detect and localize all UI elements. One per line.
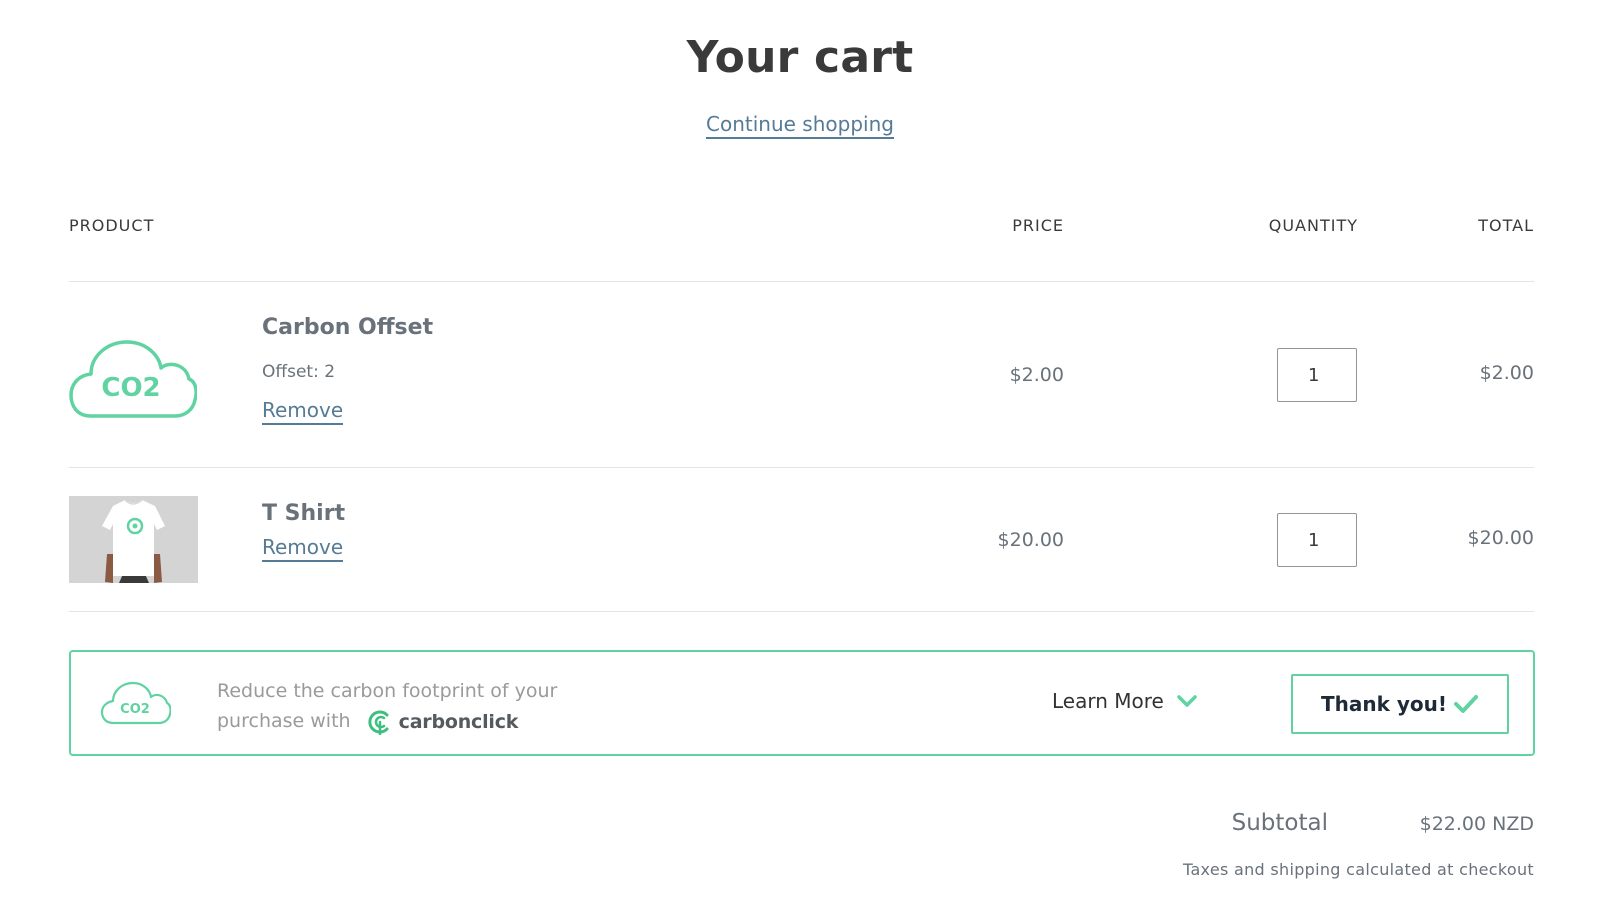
tax-shipping-note: Taxes and shipping calculated at checkou… [1183,860,1534,879]
checkmark-icon [1454,695,1478,713]
co2-cloud-icon: CO2 [100,676,172,730]
header-quantity: QUANTITY [1268,216,1358,235]
banner-text-line2: purchase with [217,710,351,732]
header-price: PRICE [1012,216,1064,235]
table-divider [69,281,1534,282]
product-name: Carbon Offset [262,315,434,340]
carbonclick-logo-icon [367,710,389,735]
carbon-offset-banner: CO2 Reduce the carbon footprint of your … [69,650,1535,756]
item-price: $2.00 [1009,364,1064,386]
table-divider [69,467,1534,468]
item-total: $20.00 [1467,527,1534,549]
product-option: Offset: 2 [262,362,336,382]
subtotal-label: Subtotal [1231,810,1328,836]
continue-shopping-link[interactable]: Continue shopping [706,112,894,139]
banner-text-line1: Reduce the carbon footprint of your [217,680,558,702]
item-total: $2.00 [1479,362,1534,384]
banner-text-line2-row: purchase with carbonclick [217,706,637,737]
banner-message: Reduce the carbon footprint of your purc… [217,676,637,737]
product-name: T Shirt [262,501,346,526]
table-divider [69,611,1534,612]
page-title: Your cart [686,32,914,83]
header-total: TOTAL [1478,216,1534,235]
item-price: $20.00 [997,529,1064,551]
co2-label: CO2 [120,702,150,717]
remove-link[interactable]: Remove [262,535,344,562]
co2-label: CO2 [101,373,160,403]
continue-shopping-row: Continue shopping [0,112,1600,139]
remove-link[interactable]: Remove [262,398,344,425]
chevron-down-icon [1177,695,1197,707]
thank-you-label: Thank you! [1320,692,1447,716]
header-product: PRODUCT [69,216,155,235]
co2-cloud-icon: CO2 [69,328,197,420]
thank-you-button[interactable]: Thank you! [1291,674,1509,734]
t-shirt-product-image [69,496,198,583]
quantity-input[interactable] [1277,513,1357,567]
carbonclick-brand-name: carbonclick [398,710,519,733]
learn-more-label: Learn More [1052,689,1164,713]
learn-more-toggle[interactable]: Learn More [1052,689,1198,713]
carbonclick-logo: carbonclick [367,707,519,737]
subtotal-value: $22.00 NZD [1419,813,1534,835]
quantity-input[interactable] [1277,348,1357,402]
